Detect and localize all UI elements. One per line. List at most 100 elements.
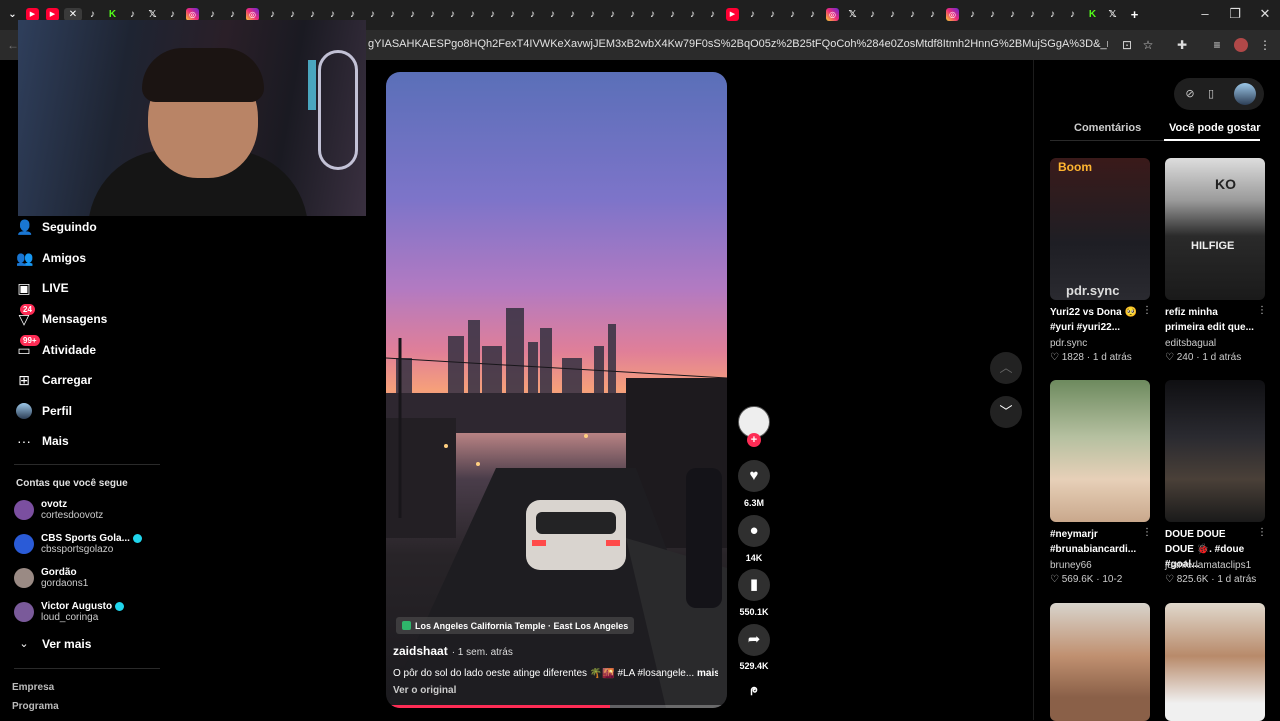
card-author[interactable]: juanferlamataclips1 (1165, 560, 1251, 571)
tiktok-tab-icon[interactable]: ♪ (1066, 8, 1079, 21)
tab-you-may-like[interactable]: Você pode gostar (1169, 122, 1260, 134)
video-progress-bar[interactable] (389, 705, 724, 708)
compass-icon[interactable]: ⊘ (1183, 87, 1197, 101)
save-button[interactable]: ▮ (738, 569, 770, 601)
tiktok-tab-icon[interactable]: ♪ (566, 8, 579, 21)
card-author[interactable]: editsbagual (1165, 338, 1216, 349)
tiktok-tab-icon[interactable]: ♪ (786, 8, 799, 21)
card-age: 1 d atrás (1217, 574, 1257, 585)
tiktok-tab-icon[interactable]: ♪ (1026, 8, 1039, 21)
x-tab-icon[interactable]: 𝕏 (1106, 8, 1119, 21)
account-item[interactable]: Victor Augusto loud_coringa (14, 598, 125, 626)
kick-tab-icon[interactable]: K (1086, 8, 1099, 21)
location-pill[interactable]: Los Angeles California Temple · East Los… (396, 617, 635, 634)
instagram-tab-icon[interactable]: ◎ (946, 8, 959, 21)
sidebar-item-activity[interactable]: ▭ 99+ Atividade (16, 335, 96, 360)
verified-badge-icon (132, 534, 142, 543)
sidebar-item-label: Amigos (42, 251, 87, 265)
more-options-icon[interactable]: ⋮ (1142, 305, 1152, 316)
sidebar-item-messages[interactable]: ▽ 24 Mensagens (16, 304, 107, 329)
minimize-icon[interactable]: – (1196, 6, 1214, 24)
more-options-icon[interactable]: ⋮ (1142, 527, 1152, 538)
tiktok-tab-icon[interactable]: ♪ (1006, 8, 1019, 21)
tiktok-tab-icon[interactable]: ♪ (806, 8, 819, 21)
card-author[interactable]: bruney66 (1050, 560, 1092, 571)
tiktok-tab-icon[interactable]: ♪ (706, 8, 719, 21)
footer-link-company[interactable]: Empresa (12, 682, 54, 693)
caption-more-button[interactable]: mais (697, 668, 718, 679)
footer-link-program[interactable]: Programa (12, 701, 59, 712)
sound-icon[interactable]: ᖘ (728, 686, 780, 699)
tiktok-tab-icon[interactable]: ♪ (646, 8, 659, 21)
tiktok-tab-icon[interactable]: ♪ (466, 8, 479, 21)
new-tab-icon[interactable]: + (1128, 8, 1141, 21)
tiktok-tab-icon[interactable]: ♪ (486, 8, 499, 21)
tiktok-tab-icon[interactable]: ♪ (1046, 8, 1059, 21)
tiktok-tab-icon[interactable]: ♪ (686, 8, 699, 21)
tiktok-tab-icon[interactable]: ♪ (606, 8, 619, 21)
thumbnail-text: KO (1215, 176, 1236, 192)
tiktok-tab-icon[interactable]: ♪ (926, 8, 939, 21)
profile-avatar-icon[interactable] (1234, 38, 1248, 52)
see-more-label: Ver mais (42, 637, 92, 651)
tab-comments[interactable]: Comentários (1074, 122, 1141, 134)
previous-video-button[interactable]: ︿ (990, 352, 1022, 384)
close-window-icon[interactable]: ✕ (1256, 6, 1274, 24)
follow-plus-icon[interactable]: + (747, 433, 761, 447)
tiktok-tab-icon[interactable]: ♪ (886, 8, 899, 21)
youtube-tab-icon[interactable]: ▶ (726, 8, 739, 21)
see-more-button[interactable]: ⌄ Ver mais (16, 634, 91, 654)
see-original-link[interactable]: Ver o original (393, 685, 456, 696)
tiktok-tab-icon[interactable]: ♪ (986, 8, 999, 21)
tiktok-tab-icon[interactable]: ♪ (906, 8, 919, 21)
tiktok-tab-icon[interactable]: ♪ (666, 8, 679, 21)
tiktok-tab-icon[interactable]: ♪ (526, 8, 539, 21)
account-item[interactable]: ovotz cortesdoovotz (14, 496, 103, 524)
tiktok-tab-icon[interactable]: ♪ (546, 8, 559, 21)
tiktok-tab-icon[interactable]: ♪ (766, 8, 779, 21)
url-text[interactable]: gYIASAHKAESPgo8HQh2FexT4IVWKeXavwjJEM3xB… (368, 38, 1108, 50)
comment-button[interactable]: ● (738, 515, 770, 547)
maximize-icon[interactable]: ❐ (1226, 6, 1244, 24)
account-item[interactable]: Gordão gordaons1 (14, 564, 88, 592)
x-tab-icon[interactable]: 𝕏 (846, 8, 859, 21)
video-player[interactable]: Los Angeles California Temple · East Los… (386, 72, 727, 708)
tiktok-tab-icon[interactable]: ♪ (426, 8, 439, 21)
sidebar-item-live[interactable]: ▣ LIVE (16, 278, 68, 298)
more-options-icon[interactable]: ⋮ (1257, 527, 1267, 538)
tiktok-tab-icon[interactable]: ♪ (746, 8, 759, 21)
install-app-icon[interactable]: ⊡ (1120, 38, 1134, 52)
tiktok-tab-icon[interactable]: ♪ (386, 8, 399, 21)
chevron-down-icon: ⌄ (19, 638, 29, 650)
extensions-icon[interactable]: ✚ (1175, 38, 1189, 52)
browser-menu-icon[interactable]: ⋮ (1258, 38, 1272, 52)
instagram-tab-icon[interactable]: ◎ (826, 8, 839, 21)
bookmark-star-icon[interactable]: ☆ (1141, 38, 1155, 52)
video-author[interactable]: zaidshaat (393, 644, 448, 658)
tiktok-tab-icon[interactable]: ♪ (506, 8, 519, 21)
sidebar-item-following[interactable]: 👤 Seguindo (16, 217, 97, 237)
tiktok-tab-icon[interactable]: ♪ (446, 8, 459, 21)
tiktok-tab-icon[interactable]: ♪ (966, 8, 979, 21)
user-avatar[interactable] (1234, 83, 1256, 105)
tiktok-tab-icon[interactable]: ♪ (366, 8, 379, 21)
account-item[interactable]: CBS Sports Gola... cbssportsgolazo (14, 530, 142, 558)
next-video-button[interactable]: ﹀ (990, 396, 1022, 428)
card-author[interactable]: pdr.sync (1050, 338, 1087, 349)
device-icon[interactable]: ▯ (1204, 87, 1218, 101)
tab-search-icon[interactable]: ≡ (1210, 38, 1224, 52)
sidebar-item-upload[interactable]: ⊞ Carregar (16, 370, 92, 390)
sidebar-item-friends[interactable]: 👥 Amigos (16, 248, 86, 268)
tiktok-tab-icon[interactable]: ♪ (626, 8, 639, 21)
account-name: Victor Augusto (41, 601, 113, 612)
sidebar-item-more[interactable]: ··· Mais (16, 431, 69, 451)
sidebar-item-profile[interactable]: Perfil (16, 401, 72, 421)
like-button[interactable]: ♥ (738, 460, 770, 492)
tiktok-tab-icon[interactable]: ♪ (866, 8, 879, 21)
card-stats: ♡ 825.6K · 1 d atrás (1165, 574, 1257, 585)
more-options-icon[interactable]: ⋮ (1257, 305, 1267, 316)
video-progress-fill (389, 705, 611, 708)
tiktok-tab-icon[interactable]: ♪ (406, 8, 419, 21)
share-button[interactable]: ➦ (738, 624, 770, 656)
tiktok-tab-icon[interactable]: ♪ (586, 8, 599, 21)
